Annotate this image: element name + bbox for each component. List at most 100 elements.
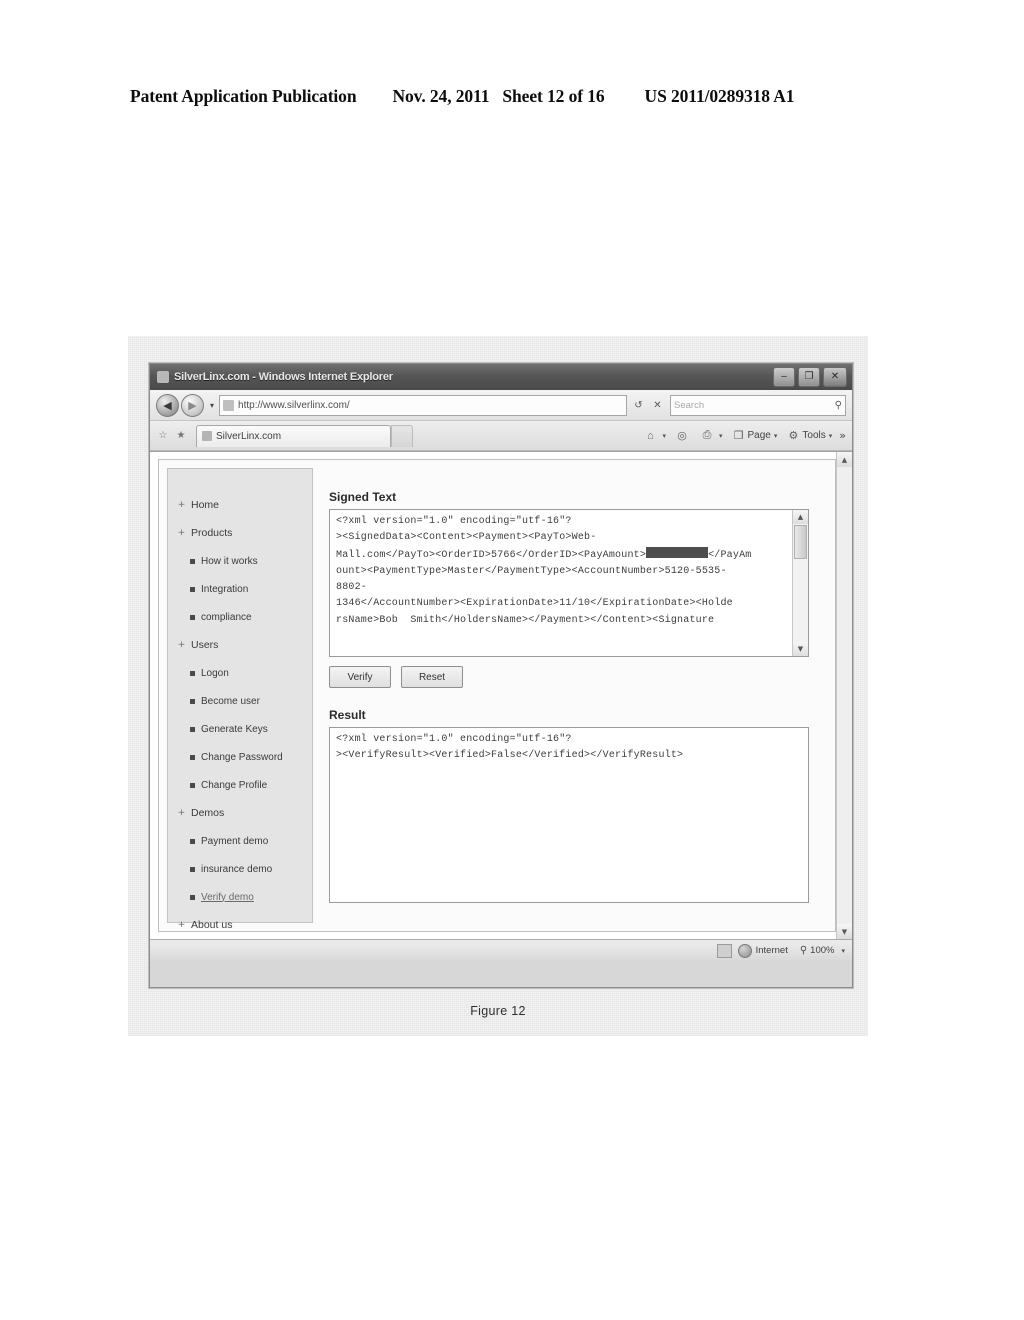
sidebar-item-compliance[interactable]: compliance — [168, 603, 312, 631]
tab-favicon-icon — [202, 431, 212, 441]
zoom-control[interactable]: ⚲ 100% ▾ — [800, 945, 845, 956]
browser-tab[interactable]: SilverLinx.com — [196, 424, 391, 447]
expand-icon[interactable]: + — [177, 808, 186, 818]
sidebar-item-payment-demo[interactable]: Payment demo — [168, 827, 312, 855]
gear-icon: ⚙ — [788, 430, 799, 442]
patent-number: US 2011/0289318 A1 — [644, 86, 795, 106]
page-favicon-icon — [223, 399, 235, 411]
back-button[interactable]: ◀ — [156, 393, 179, 417]
history-dropdown-icon[interactable]: ▾ — [210, 401, 214, 410]
sidebar-item-label: Home — [191, 499, 220, 511]
sidebar-item-label: Products — [191, 527, 233, 539]
home-dropdown-icon: ▾ — [662, 432, 666, 440]
scroll-up-icon[interactable]: ▲ — [793, 510, 808, 524]
expand-icon[interactable]: + — [177, 640, 186, 650]
bullet-icon — [190, 698, 195, 704]
page-frame: + Home + Products How it works Integrati… — [158, 459, 836, 932]
refresh-button[interactable]: ↺ — [630, 397, 647, 414]
sidebar-item-change-profile[interactable]: Change Profile — [168, 771, 312, 799]
page-scroll-down-icon[interactable]: ▼ — [837, 924, 852, 939]
stop-button[interactable]: ✕ — [649, 397, 666, 414]
sidebar-item-generate-keys[interactable]: Generate Keys — [168, 715, 312, 743]
bullet-icon — [190, 894, 195, 900]
search-icon[interactable]: ⚲ — [835, 400, 842, 411]
signed-text-heading: Signed Text — [329, 490, 397, 504]
sidebar-item-products[interactable]: + Products — [168, 519, 312, 547]
sidebar-item-label: About us — [191, 919, 233, 931]
sidebar-item-verify-demo[interactable]: Verify demo — [168, 883, 312, 911]
tools-dropdown-icon: ▾ — [828, 432, 833, 440]
url-text: http://www.silverlinx.com/ — [238, 399, 350, 411]
print-dropdown-icon: ▾ — [719, 432, 723, 440]
search-placeholder: Search — [674, 399, 705, 411]
sidebar-item-integration[interactable]: Integration — [168, 575, 312, 603]
scroll-down-icon[interactable]: ▼ — [793, 642, 808, 656]
signed-text-textarea[interactable]: <?xml version="1.0" encoding="utf-16"? ><… — [329, 509, 809, 657]
page-menu-button[interactable]: ❐ Page ▾ — [732, 429, 778, 443]
sidebar-item-label: Users — [191, 639, 219, 651]
main-content: Signed Text <?xml version="1.0" encoding… — [323, 468, 827, 923]
sidebar-item-label: Generate Keys — [201, 723, 268, 735]
home-button[interactable]: ⌂ ▾ — [643, 429, 666, 443]
publication-label: Patent Application Publication — [130, 86, 357, 106]
sidebar-item-how-it-works[interactable]: How it works — [168, 547, 312, 575]
page-scrollbar[interactable]: ▲ ▼ — [836, 452, 852, 939]
feeds-icon: ◎ — [677, 430, 687, 442]
sidebar-item-become-user[interactable]: Become user — [168, 687, 312, 715]
expand-icon[interactable]: + — [177, 528, 186, 538]
new-tab-button[interactable] — [391, 424, 413, 447]
sidebar-item-users[interactable]: + Users — [168, 631, 312, 659]
reset-button[interactable]: Reset — [401, 666, 463, 688]
site-sidebar: + Home + Products How it works Integrati… — [167, 468, 313, 931]
redacted-pay-amount — [646, 546, 709, 558]
security-zone[interactable]: Internet — [737, 943, 788, 958]
tab-label: SilverLinx.com — [216, 430, 282, 442]
sidebar-item-logon[interactable]: Logon — [168, 659, 312, 687]
print-button[interactable]: ⎙ ▾ — [700, 429, 723, 443]
minimize-button[interactable]: – — [773, 367, 795, 387]
bullet-icon — [190, 754, 195, 760]
forward-button[interactable]: ▶ — [181, 393, 204, 417]
verify-button[interactable]: Verify — [329, 666, 391, 688]
zoom-level-label: 100% — [810, 945, 835, 956]
action-button-row: Verify Reset — [329, 666, 827, 688]
sidebar-item-label: Demos — [191, 807, 225, 819]
signed-text-scrollbar[interactable]: ▲ ▼ — [792, 510, 808, 656]
sidebar-item-label: Integration — [201, 583, 249, 595]
page-menu-label: Page — [747, 430, 771, 441]
search-input[interactable]: Search ⚲ — [670, 394, 846, 416]
zoom-dropdown-icon[interactable]: ▾ — [841, 947, 845, 955]
security-zone-label: Internet — [755, 945, 788, 956]
expand-icon[interactable]: + — [177, 500, 186, 510]
signed-text-line-7: rsName>Bob Smith</HoldersName></Payment>… — [336, 614, 715, 626]
sidebar-item-insurance-demo[interactable]: insurance demo — [168, 855, 312, 883]
sidebar-item-home[interactable]: + Home — [168, 491, 312, 519]
close-button[interactable]: ✕ — [823, 367, 847, 387]
bullet-icon — [190, 614, 195, 620]
sidebar-item-label: Become user — [201, 695, 260, 707]
home-icon: ⌂ — [647, 429, 654, 442]
window-titlebar: SilverLinx.com - Windows Internet Explor… — [150, 364, 852, 390]
print-icon: ⎙ — [702, 429, 712, 441]
maximize-button[interactable]: ❐ — [798, 367, 820, 387]
scroll-thumb[interactable] — [794, 525, 807, 559]
signed-text-line-3a: Mall.com</PayTo><OrderID>5766</OrderID><… — [336, 549, 647, 561]
sidebar-item-label: Payment demo — [201, 835, 269, 847]
tools-menu-button[interactable]: ⚙ Tools ▾ — [786, 429, 832, 443]
sidebar-item-label: Change Password — [201, 751, 283, 763]
bullet-icon — [190, 558, 195, 564]
expand-icon[interactable]: + — [177, 920, 186, 930]
feeds-button[interactable]: ◎ — [675, 429, 691, 443]
favorites-center-icon[interactable]: ★ — [174, 429, 188, 443]
command-overflow-icon[interactable]: » — [839, 429, 846, 442]
page-scroll-up-icon[interactable]: ▲ — [837, 452, 852, 467]
browser-status-bar: Internet ⚲ 100% ▾ — [150, 939, 852, 961]
sidebar-item-demos[interactable]: + Demos — [168, 799, 312, 827]
sidebar-item-change-password[interactable]: Change Password — [168, 743, 312, 771]
bullet-icon — [190, 866, 195, 872]
result-textarea[interactable]: <?xml version="1.0" encoding="utf-16"? ><… — [329, 727, 809, 903]
sidebar-item-about-us[interactable]: + About us — [168, 911, 312, 939]
add-favorite-icon[interactable]: ☆ — [156, 429, 170, 443]
sidebar-item-label: Change Profile — [201, 779, 268, 791]
url-input[interactable]: http://www.silverlinx.com/ — [219, 394, 627, 416]
